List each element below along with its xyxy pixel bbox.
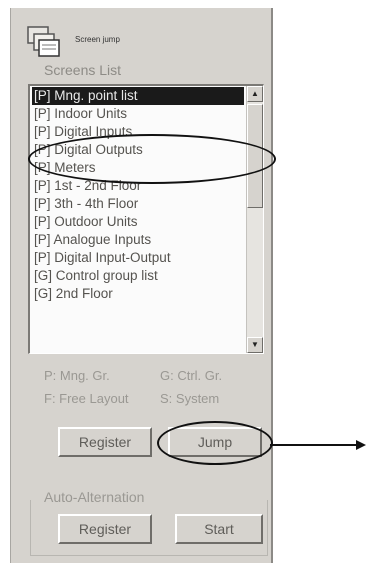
screens-listbox[interactable]: [P] Mng. point list [P] Indoor Units [P]… xyxy=(28,84,264,354)
auto-alternation-label: Auto-Alternation xyxy=(44,489,149,505)
scrollbar-thumb[interactable] xyxy=(247,104,263,208)
annotation-arrow-icon xyxy=(270,440,366,450)
list-scrollbar[interactable]: ▲ ▼ xyxy=(246,86,263,353)
list-item[interactable]: [P] 3th - 4th Floor xyxy=(32,195,244,213)
scroll-down-arrow-icon[interactable]: ▼ xyxy=(247,337,263,353)
jump-button[interactable]: Jump xyxy=(168,427,262,457)
list-item[interactable]: [P] Outdoor Units xyxy=(32,213,244,231)
list-item[interactable]: [P] Meters xyxy=(32,159,244,177)
list-item[interactable]: [P] Digital Outputs xyxy=(32,141,244,159)
list-item[interactable]: [P] Digital Input-Output xyxy=(32,249,244,267)
legend-free-layout: F: Free Layout xyxy=(44,391,129,406)
list-item[interactable]: [G] Control group list xyxy=(32,267,244,285)
auto-alternation-register-button[interactable]: Register xyxy=(58,514,152,544)
screens-list-label: Screens List xyxy=(44,62,122,78)
legend-system: S: System xyxy=(160,391,220,406)
list-item[interactable]: [P] Indoor Units xyxy=(32,105,244,123)
list-item[interactable]: [P] 1st - 2nd Floor xyxy=(32,177,244,195)
screen-jump-app-icon xyxy=(27,26,60,57)
list-item[interactable]: [P] Mng. point list xyxy=(32,87,244,105)
register-button[interactable]: Register xyxy=(58,427,152,457)
list-item[interactable]: [P] Analogue Inputs xyxy=(32,231,244,249)
scroll-up-arrow-icon[interactable]: ▲ xyxy=(247,86,263,102)
start-button[interactable]: Start xyxy=(175,514,263,544)
legend-mng-group: P: Mng. Gr. xyxy=(44,368,110,383)
list-item[interactable]: [P] Digital Inputs xyxy=(32,123,244,141)
legend-ctrl-group: G: Ctrl. Gr. xyxy=(160,368,223,383)
window-title: Screen jump xyxy=(75,35,120,44)
window-title-bar: Screen jump xyxy=(13,20,268,57)
list-item[interactable]: [G] 2nd Floor xyxy=(32,285,244,303)
